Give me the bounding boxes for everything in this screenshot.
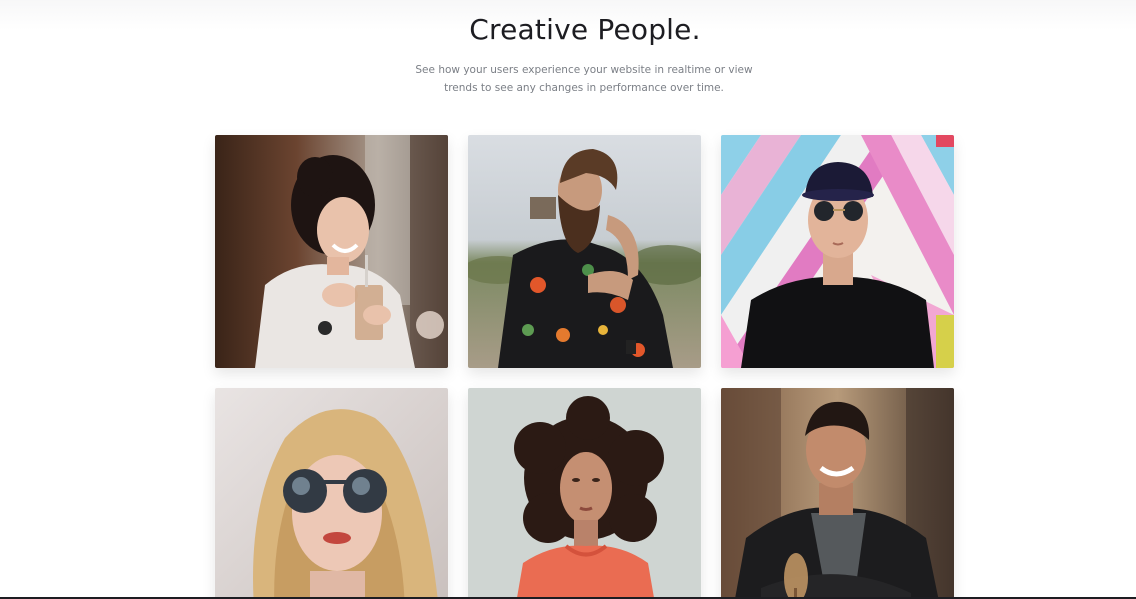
portrait-image — [721, 388, 954, 599]
person-photo-smiling-man-jacket[interactable] — [721, 388, 954, 599]
subtitle-line-2: trends to see any changes in performance… — [444, 82, 724, 94]
subtitle-line-1: See how your users experience your websi… — [415, 64, 753, 76]
portrait-image — [215, 135, 448, 368]
portrait-image — [468, 388, 701, 599]
person-photo-man-sunglasses-cap[interactable] — [721, 135, 954, 368]
portrait-image — [468, 135, 701, 368]
section-subtitle: See how your users experience your websi… — [0, 61, 1136, 97]
section-title: Creative People. — [469, 13, 701, 46]
person-photo-curly-hair-woman[interactable] — [468, 388, 701, 599]
person-photo-blonde-woman-sunglasses[interactable] — [215, 388, 448, 599]
creative-people-section: Creative People. See how your users expe… — [0, 0, 1136, 599]
portrait-image — [721, 135, 954, 368]
portrait-image — [215, 388, 448, 599]
person-photo-bearded-man[interactable] — [468, 135, 701, 368]
person-photo-woman-coffee[interactable] — [215, 135, 448, 368]
